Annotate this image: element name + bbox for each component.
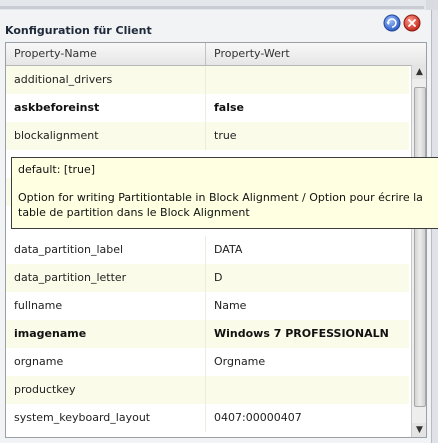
property-value-cell[interactable]: Orgname	[206, 348, 409, 376]
reload-icon	[383, 14, 401, 32]
property-value-cell[interactable]: Name	[206, 292, 409, 320]
table-row[interactable]: askbeforeinst false	[6, 94, 409, 122]
property-name-cell: imagename	[6, 320, 206, 348]
property-name-cell: productkey	[6, 376, 206, 404]
reload-button[interactable]	[383, 14, 401, 32]
table-row[interactable]: imagename Windows 7 PROFESSIONALN	[6, 320, 409, 348]
table-row[interactable]: blockalignment true	[6, 122, 409, 150]
property-name-cell: system_keyboard_layout	[6, 404, 206, 432]
column-header-property-name[interactable]: Property-Name	[6, 43, 206, 65]
scroll-up-icon[interactable]: ▲	[412, 65, 426, 79]
column-header-property-value[interactable]: Property-Wert	[206, 43, 411, 65]
table-header: Property-Name Property-Wert	[6, 43, 426, 66]
property-value-cell[interactable]: true	[206, 122, 409, 150]
tooltip-description: Option for writing Partitiontable in Blo…	[18, 191, 423, 219]
property-value-cell[interactable]	[206, 376, 409, 404]
panel-title: Konfiguration für Client	[5, 24, 152, 37]
vertical-scrollbar[interactable]: ▲ ▼	[411, 65, 426, 437]
delete-icon	[403, 14, 421, 32]
property-name-cell: blockalignment	[6, 122, 206, 150]
property-name-cell: data_partition_letter	[6, 264, 206, 292]
property-value-cell[interactable]: Windows 7 PROFESSIONALN	[206, 320, 409, 348]
table-row[interactable]: data_partition_label DATA	[6, 236, 409, 264]
property-name-cell: fullname	[6, 292, 206, 320]
property-name-cell: askbeforeinst	[6, 94, 206, 122]
property-value-cell[interactable]: false	[206, 94, 409, 122]
property-value-cell[interactable]: 0407:00000407	[206, 404, 409, 432]
delete-button[interactable]	[403, 14, 421, 32]
table-row[interactable]: fullname Name	[6, 292, 409, 320]
top-right-corner	[426, 0, 438, 10]
property-name-cell: additional_drivers	[6, 66, 206, 94]
property-tooltip: default: [true] Option for writing Parti…	[11, 157, 438, 229]
table-row[interactable]: data_partition_letter D	[6, 264, 409, 292]
property-value-cell[interactable]: D	[206, 264, 409, 292]
top-ledge	[0, 6, 424, 9]
table-row[interactable]: orgname Orgname	[6, 348, 409, 376]
property-value-cell[interactable]	[206, 66, 409, 94]
table-row[interactable]: productkey	[6, 376, 409, 404]
table-row[interactable]: additional_drivers	[6, 66, 409, 94]
property-name-cell: data_partition_label	[6, 236, 206, 264]
property-table: Property-Name Property-Wert additional_d…	[5, 42, 427, 438]
table-row[interactable]: system_keyboard_layout 0407:00000407	[6, 404, 409, 432]
window-top-strip	[0, 0, 438, 10]
scrollbar-thumb[interactable]	[414, 87, 426, 407]
scroll-down-icon[interactable]: ▼	[412, 423, 426, 437]
property-name-cell: orgname	[6, 348, 206, 376]
property-value-cell[interactable]: DATA	[206, 236, 409, 264]
tooltip-default-value: default: [true]	[18, 163, 96, 176]
